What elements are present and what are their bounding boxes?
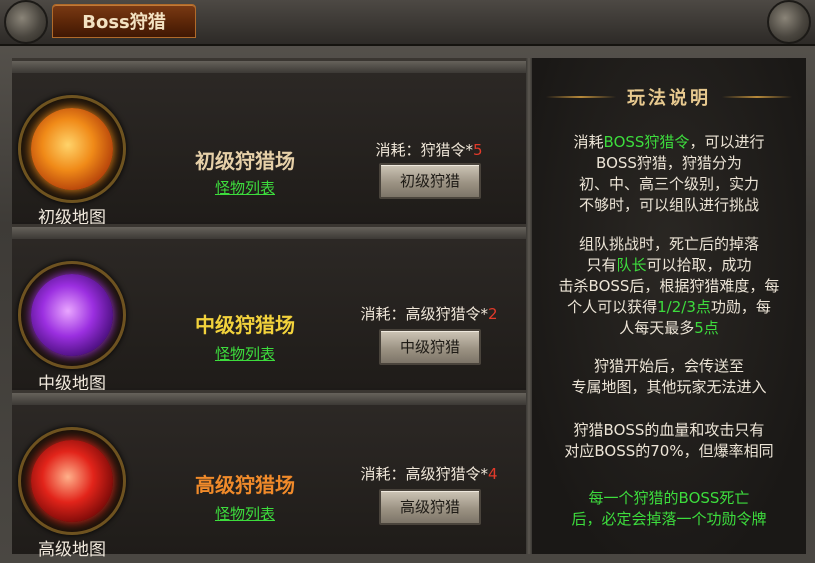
rule-text: 狩猎BOSS的血量和攻击只有 bbox=[573, 421, 765, 439]
row-rail bbox=[12, 227, 526, 239]
rules-paragraph-3: 狩猎开始后，会传送至 专属地图，其他玩家无法进入 bbox=[538, 356, 800, 398]
hunt-list: 初级地图 初级狩猎场 怪物列表 消耗：狩猎令*5 初级狩猎 中级地图 中级狩猎场… bbox=[12, 58, 526, 560]
rule-text: 功勋，每 bbox=[710, 298, 771, 316]
rule-text: 人每天最多 bbox=[619, 319, 695, 337]
map-label: 高级地图 bbox=[38, 540, 106, 560]
cost-label: 消耗：高级狩猎令* bbox=[360, 305, 488, 323]
row-rail bbox=[12, 61, 526, 73]
intermediate-hunt-button[interactable]: 中级狩猎 bbox=[379, 329, 481, 365]
row-rail bbox=[12, 393, 526, 405]
zone-name: 高级狩猎场 bbox=[195, 473, 295, 497]
tab-boss-hunt[interactable]: Boss狩猎 bbox=[52, 4, 196, 38]
cost-text: 消耗：狩猎令*5 bbox=[344, 139, 514, 160]
rule-text: 可以拾取，成功 bbox=[646, 256, 752, 274]
cost-label: 消耗：高级狩猎令* bbox=[360, 465, 488, 483]
rule-text: 组队挑战时，死亡后的掉落 bbox=[578, 235, 759, 253]
rule-highlight: 1/2/3点 bbox=[657, 298, 711, 316]
rule-highlight: BOSS狩猎令 bbox=[603, 133, 690, 151]
rule-highlight: 队长 bbox=[616, 256, 647, 274]
window-title: Boss狩猎 bbox=[82, 12, 166, 33]
monster-list-link[interactable]: 怪物列表 bbox=[162, 503, 328, 524]
advanced-hunt-button[interactable]: 高级狩猎 bbox=[379, 489, 481, 525]
rules-paragraph-4: 狩猎BOSS的血量和攻击只有 对应BOSS的70%，但爆率相同 bbox=[538, 420, 800, 462]
rule-text: BOSS狩猎，狩猎分为 bbox=[596, 154, 742, 172]
title-flourish-right bbox=[722, 96, 792, 98]
title-bar: Boss狩猎 bbox=[0, 0, 815, 46]
rules-panel: 玩法说明 消耗BOSS狩猎令，可以进行 BOSS狩猎，狩猎分为 初、中、高三个级… bbox=[532, 58, 806, 554]
hunt-row-beginner: 初级地图 初级狩猎场 怪物列表 消耗：狩猎令*5 初级狩猎 bbox=[12, 58, 526, 228]
hunt-row-advanced: 高级地图 高级狩猎场 怪物列表 消耗：高级狩猎令*4 高级狩猎 bbox=[12, 390, 526, 560]
rule-text: 初、中、高三个级别，实力 bbox=[578, 175, 759, 193]
cost-label: 消耗：狩猎令* bbox=[375, 141, 473, 159]
rule-text: 专属地图，其他玩家无法进入 bbox=[571, 378, 767, 396]
cost-amount: 4 bbox=[487, 465, 498, 483]
rules-paragraph-5: 每一个狩猎的BOSS死亡 后，必定会掉落一个功勋令牌 bbox=[538, 488, 800, 530]
rule-text: ，可以进行 bbox=[689, 133, 765, 151]
rule-highlight: 5点 bbox=[694, 319, 719, 337]
rule-text: 只有 bbox=[586, 256, 617, 274]
vortex-orb-icon bbox=[31, 440, 113, 522]
cost-text: 消耗：高级狩猎令*2 bbox=[344, 303, 514, 324]
cost-amount: 2 bbox=[487, 305, 498, 323]
zone-name: 中级狩猎场 bbox=[195, 313, 295, 337]
advanced-map-icon[interactable] bbox=[18, 427, 126, 535]
dragon-ornament-icon bbox=[767, 0, 811, 44]
rule-text: 每一个狩猎的BOSS死亡 bbox=[588, 489, 750, 507]
rule-text: 对应BOSS的70%，但爆率相同 bbox=[564, 442, 774, 460]
monster-list-link[interactable]: 怪物列表 bbox=[162, 343, 328, 364]
rule-text: 不够时，可以组队进行挑战 bbox=[578, 196, 759, 214]
hunt-row-intermediate: 中级地图 中级狩猎场 怪物列表 消耗：高级狩猎令*2 中级狩猎 bbox=[12, 224, 526, 394]
rule-text: 后，必定会掉落一个功勋令牌 bbox=[571, 510, 767, 528]
intermediate-map-icon[interactable] bbox=[18, 261, 126, 369]
rule-text: 击杀BOSS后，根据狩猎难度，每 bbox=[558, 277, 780, 295]
vortex-orb-icon bbox=[31, 108, 113, 190]
cost-text: 消耗：高级狩猎令*4 bbox=[344, 463, 514, 484]
beginner-map-icon[interactable] bbox=[18, 95, 126, 203]
zone-name: 初级狩猎场 bbox=[195, 149, 295, 173]
cost-amount: 5 bbox=[472, 141, 483, 159]
rule-text: 个人可以获得 bbox=[567, 298, 658, 316]
beginner-hunt-button[interactable]: 初级狩猎 bbox=[379, 163, 481, 199]
rules-paragraph-2: 组队挑战时，死亡后的掉落 只有队长可以拾取，成功 击杀BOSS后，根据狩猎难度，… bbox=[538, 234, 800, 339]
vortex-orb-icon bbox=[31, 274, 113, 356]
rule-text: 狩猎开始后，会传送至 bbox=[593, 357, 744, 375]
window-frame: Boss狩猎 初级地图 初级狩猎场 怪物列表 消耗：狩猎令*5 初级狩猎 中级地… bbox=[0, 0, 815, 563]
rules-paragraph-1: 消耗BOSS狩猎令，可以进行 BOSS狩猎，狩猎分为 初、中、高三个级别，实力 … bbox=[538, 132, 800, 216]
monster-list-link[interactable]: 怪物列表 bbox=[162, 177, 328, 198]
rule-text: 消耗 bbox=[573, 133, 604, 151]
dragon-ornament-icon bbox=[4, 0, 48, 44]
